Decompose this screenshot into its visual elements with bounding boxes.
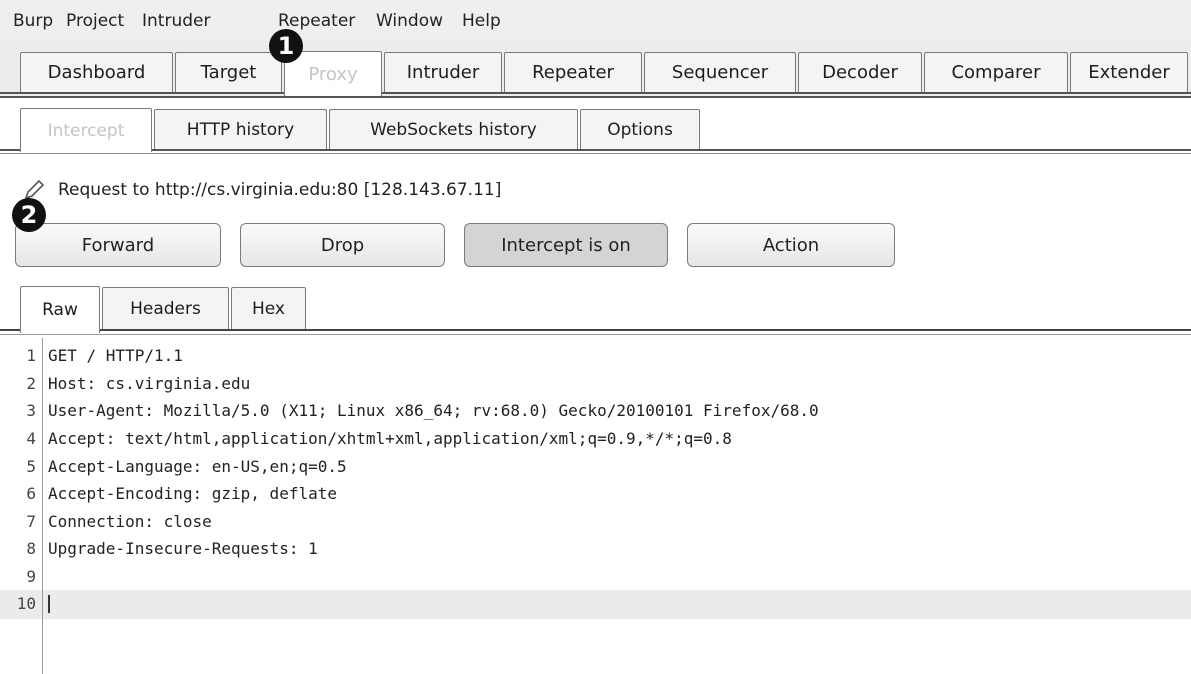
viewtab-divider	[0, 334, 1191, 335]
tab-raw[interactable]: Raw	[20, 286, 100, 333]
line-text: User-Agent: Mozilla/5.0 (X11; Linux x86_…	[48, 401, 819, 420]
line-text: Accept-Encoding: gzip, deflate	[48, 484, 337, 503]
subtab-underline	[0, 149, 20, 151]
tab-intercept[interactable]: Intercept	[20, 108, 152, 152]
line-text: Connection: close	[48, 512, 212, 531]
editor-line: 1 GET / HTTP/1.1	[0, 342, 1191, 369]
forward-button[interactable]: Forward	[15, 223, 221, 267]
line-number: 2	[26, 374, 36, 393]
tab-divider	[0, 96, 1191, 98]
tab-repeater[interactable]: Repeater	[504, 52, 642, 92]
tab-intruder[interactable]: Intruder	[384, 52, 502, 92]
menu-window[interactable]: Window	[376, 10, 443, 32]
editor-current-line: 10	[0, 590, 1191, 619]
drop-button[interactable]: Drop	[240, 223, 445, 267]
line-number: 9	[26, 567, 36, 586]
callout-badge: 2	[12, 198, 46, 232]
tab-underline	[382, 92, 1191, 94]
viewtab-underline	[100, 329, 1191, 331]
tab-decoder[interactable]: Decoder	[798, 52, 922, 92]
tab-websockets-history[interactable]: WebSockets history	[329, 109, 578, 149]
menu-project[interactable]: Project	[66, 10, 124, 32]
editor-gutter-divider	[42, 338, 43, 674]
tab-http-history[interactable]: HTTP history	[154, 109, 327, 149]
line-text: Accept: text/html,application/xhtml+xml,…	[48, 429, 732, 448]
line-text: Accept-Language: en-US,en;q=0.5	[48, 457, 347, 476]
tab-dashboard[interactable]: Dashboard	[20, 52, 173, 92]
tab-target[interactable]: Target	[175, 52, 282, 92]
editor-line: 4 Accept: text/html,application/xhtml+xml…	[0, 425, 1191, 452]
menu-burp[interactable]: Burp	[13, 10, 53, 32]
line-number: 6	[26, 484, 36, 503]
line-text: GET / HTTP/1.1	[48, 346, 183, 365]
line-text: Upgrade-Insecure-Requests: 1	[48, 539, 318, 558]
tab-headers[interactable]: Headers	[102, 287, 229, 329]
line-number: 4	[26, 429, 36, 448]
action-button[interactable]: Action	[687, 223, 895, 267]
subtab-divider	[0, 153, 1191, 154]
line-number: 7	[26, 512, 36, 531]
menu-help[interactable]: Help	[462, 10, 501, 32]
callout-badge: 1	[269, 29, 303, 63]
editor-line: 3 User-Agent: Mozilla/5.0 (X11; Linux x86…	[0, 397, 1191, 424]
editor-line: 5 Accept-Language: en-US,en;q=0.5	[0, 453, 1191, 480]
text-cursor	[48, 595, 50, 613]
line-text: Host: cs.virginia.edu	[48, 374, 251, 393]
line-number: 5	[26, 457, 36, 476]
tab-extender[interactable]: Extender	[1070, 52, 1188, 92]
tab-underline	[0, 92, 284, 94]
line-number: 10	[16, 594, 36, 613]
tab-comparer[interactable]: Comparer	[924, 52, 1068, 92]
menu-bar: Burp Project Intruder Repeater Window He…	[0, 0, 1191, 40]
request-editor[interactable]: 1 GET / HTTP/1.1 2 Host: cs.virginia.edu 3…	[0, 338, 1191, 674]
request-target-label: Request to http://cs.virginia.edu:80 [12…	[58, 180, 502, 200]
editor-line: 8 Upgrade-Insecure-Requests: 1	[0, 535, 1191, 562]
tab-sequencer[interactable]: Sequencer	[644, 52, 796, 92]
line-number: 8	[26, 539, 36, 558]
intercept-toggle-button[interactable]: Intercept is on	[464, 223, 668, 267]
menu-intruder[interactable]: Intruder	[142, 10, 210, 32]
editor-line: 7 Connection: close	[0, 508, 1191, 535]
subtab-underline	[152, 149, 1191, 151]
line-number: 3	[26, 401, 36, 420]
line-number: 1	[26, 346, 36, 365]
tab-proxy[interactable]: Proxy	[284, 51, 382, 96]
tab-options[interactable]: Options	[580, 109, 700, 149]
viewtab-underline	[0, 329, 20, 331]
editor-line: 2 Host: cs.virginia.edu	[0, 370, 1191, 397]
editor-line: 9	[0, 563, 1191, 590]
editor-line: 6 Accept-Encoding: gzip, deflate	[0, 480, 1191, 507]
tab-hex[interactable]: Hex	[231, 287, 306, 329]
